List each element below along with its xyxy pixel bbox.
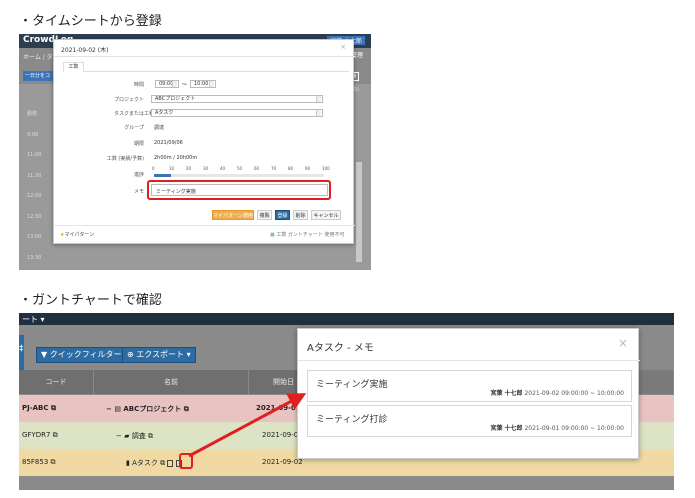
time-end-value: 10:00	[194, 81, 209, 87]
effort-value: 2h00m / 20h00m	[154, 155, 198, 161]
progress-tick-label: 90	[305, 166, 311, 171]
time-label: 時間	[133, 82, 144, 88]
chevron-down-icon	[172, 81, 177, 87]
dialog-title: 2021-09-02 (木)	[61, 47, 109, 54]
square-icon: ■	[270, 232, 275, 238]
project-label: プロジェクト	[113, 97, 144, 103]
progress-track[interactable]	[154, 174, 324, 177]
project-value: ABCプロジェクト	[155, 96, 196, 102]
time-axis-label: 13:30	[27, 254, 42, 261]
time-axis-label: 13:00	[27, 234, 42, 240]
gantt-screenshot: ート ▾ ‡ ▼ クイックフィルター ⊕ エクスポート ▾ コード 名前 開始日…	[19, 313, 674, 490]
effort-label: 工数 (実績/予算)	[106, 156, 144, 162]
group-value: 調達	[154, 125, 165, 131]
progress-tick-label: 80	[288, 166, 294, 171]
deadline-value: 2021/09/06	[154, 140, 183, 146]
time-axis-label: 11:00	[27, 152, 42, 158]
progress-tick-label: 10	[169, 166, 175, 171]
progress-label: 進捗	[133, 172, 144, 178]
time-axis-label: 勤務	[27, 111, 38, 117]
deadline-label: 期限	[133, 141, 144, 147]
project-select[interactable]: ABCプロジェクト	[151, 95, 323, 103]
divider	[54, 225, 355, 226]
progress-tick-label: 50	[237, 166, 243, 171]
progress-ticks: 0 10 20 30 40 50 60 70 80 90 100	[152, 166, 330, 172]
group-label: グループ	[124, 125, 144, 131]
chevron-down-icon	[316, 96, 321, 102]
copy-day-button[interactable]: 一日分をコ	[23, 71, 53, 81]
time-axis-label: 11:30	[27, 172, 42, 179]
time-axis-label: 9:00	[27, 131, 39, 138]
my-pattern-label: マイパターン	[64, 232, 95, 238]
section-heading-timesheet: ・タイムシートから登録	[19, 14, 162, 29]
memo-label: メモ	[133, 189, 144, 195]
delete-button[interactable]: 削除	[293, 210, 308, 220]
tab-effort[interactable]: 工数	[63, 62, 84, 72]
time-axis-label: 14:00	[27, 268, 41, 270]
close-icon[interactable]: ×	[340, 43, 346, 51]
progress-tick-label: 0	[152, 166, 155, 171]
time-axis-label: 12:30	[27, 213, 42, 220]
time-separator: 〜	[182, 82, 188, 88]
progress-tick-label: 30	[203, 166, 209, 171]
timesheet-screenshot: CrowdLog 宮葉 十七郎 ⚙ 管理 ホーム / タイ 一日分をコ ▦ ▦ …	[19, 34, 371, 270]
copy-button[interactable]: 複製	[257, 210, 272, 220]
highlight-box	[147, 180, 331, 200]
time-axis-label: 12:00	[27, 193, 42, 199]
task-label: タスクまたは工程	[113, 111, 154, 117]
cancel-button[interactable]: キャンセル	[311, 210, 341, 220]
time-start-select[interactable]: 09:00	[155, 80, 179, 88]
progress-tick-label: 40	[220, 166, 226, 171]
progress-tick-label: 20	[186, 166, 192, 171]
chevron-down-icon	[316, 110, 321, 116]
task-select[interactable]: Aタスク	[151, 109, 323, 117]
vertical-scrollbar[interactable]	[356, 162, 362, 262]
progress-fill	[154, 174, 171, 177]
legend: ■ 工数 ガントチャート 使用不可	[270, 231, 344, 238]
progress-tick-label: 100	[322, 166, 330, 171]
divider	[84, 71, 349, 72]
task-value: Aタスク	[155, 110, 174, 116]
legend-label: 工数 ガントチャート 使用不可	[276, 232, 345, 238]
section-heading-gantt: ・ガントチャートで確認	[19, 293, 162, 308]
chevron-down-icon	[209, 81, 214, 87]
timesheet-entry-dialog: 2021-09-02 (木) × 工数 時間 09:00 〜 10:00 プロジ…	[53, 39, 355, 244]
divider	[54, 56, 355, 57]
progress-tick-label: 70	[271, 166, 277, 171]
register-button[interactable]: 登録	[275, 210, 290, 220]
time-axis: 勤務 9:00 11:00 11:30 12:00 12:30 13:00 13:30 14:0…	[27, 104, 41, 270]
annotation-arrow	[188, 393, 307, 458]
progress-tick-label: 60	[254, 166, 260, 171]
my-pattern-link[interactable]: ★マイパターン	[60, 231, 94, 238]
time-end-select[interactable]: 10:00	[190, 80, 216, 88]
apply-pattern-button[interactable]: マイパターン適用	[212, 210, 254, 220]
